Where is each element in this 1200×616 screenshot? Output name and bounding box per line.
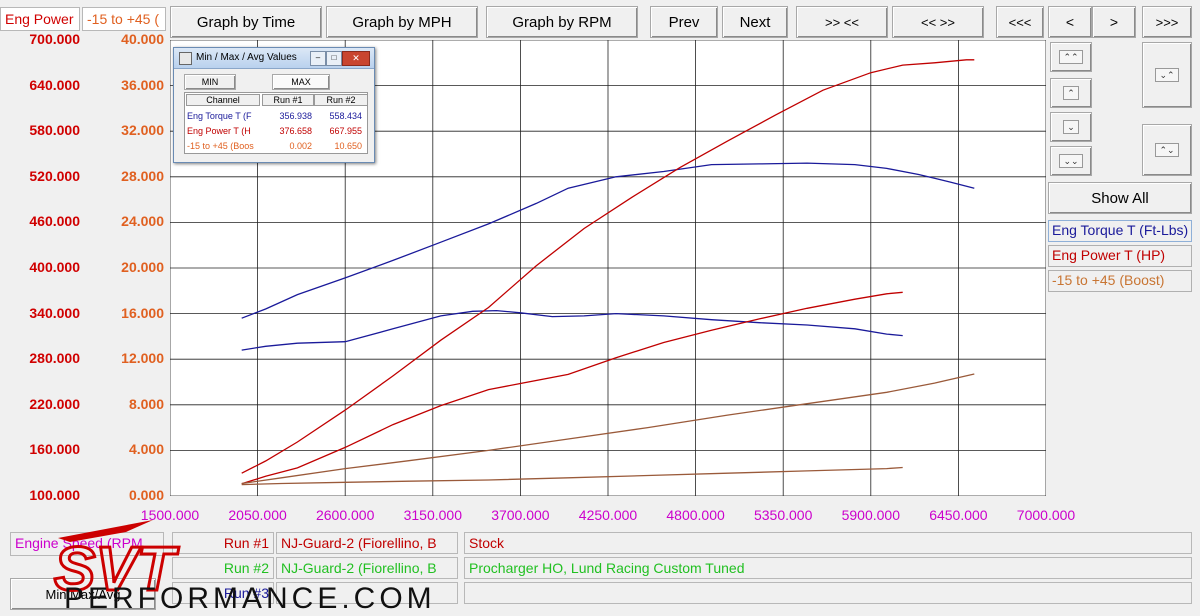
x-axis-tick-label: 6450.000	[929, 507, 988, 523]
boost-axis-tick-label: 24.000	[121, 213, 164, 230]
chevron-up-icon: ⌃	[1063, 86, 1079, 100]
boost-axis-tick-label: 4.000	[128, 441, 164, 458]
expand-vertical-button[interactable]: ⌄⌃	[1142, 42, 1192, 108]
power-axis-tick-label: 100.000	[29, 487, 80, 503]
double-chevron-down-icon: ⌄⌄	[1059, 154, 1083, 168]
boost-axis-tick-label: 20.000	[121, 259, 164, 275]
power-axis-tick-label: 460.000	[29, 213, 80, 230]
power-axis-tick-label: 400.000	[29, 259, 80, 275]
scroll-right-button[interactable]: >	[1092, 6, 1136, 38]
power-axis-tick-label: 160.000	[29, 441, 80, 458]
legend-power[interactable]: Eng Power T (HP)	[1048, 245, 1192, 267]
dialog-row-boost-run2: 10.650	[334, 141, 362, 151]
scroll-far-left-button[interactable]: <<<	[996, 6, 1044, 38]
dialog-header-run1: Run #1	[262, 94, 314, 106]
next-button[interactable]: Next	[722, 6, 788, 38]
graph-by-rpm-button[interactable]: Graph by RPM	[486, 6, 638, 38]
boost-axis-tick-label: 36.000	[121, 76, 164, 93]
graph-by-time-button[interactable]: Graph by Time	[170, 6, 322, 38]
svt-performance-logo: SVT PERFORMANCE.COM	[53, 520, 436, 615]
x-axis-tick-label: 5350.000	[753, 507, 813, 523]
dialog-titlebar[interactable]: Min / Max / Avg Values – □ ✕	[174, 48, 374, 69]
boost-axis-tick-label: 8.000	[128, 395, 164, 412]
power-axis-tick-label: 280.000	[29, 350, 80, 367]
dialog-header-channel: Channel	[186, 94, 260, 106]
power-axis-tick-label: 580.000	[29, 122, 80, 139]
close-icon[interactable]: ✕	[342, 51, 370, 66]
show-all-button[interactable]: Show All	[1048, 182, 1192, 214]
app-icon	[179, 52, 192, 65]
zoom-out-button[interactable]: << >>	[892, 6, 984, 38]
boost-channel-field[interactable]: -15 to +45 (	[82, 7, 166, 31]
maximize-icon[interactable]: □	[326, 51, 342, 66]
series-line-3	[241, 291, 903, 485]
prev-button[interactable]: Prev	[650, 6, 718, 38]
dialog-title: Min / Max / Avg Values	[196, 52, 297, 63]
min-tab[interactable]: MIN	[184, 74, 236, 90]
min-max-dialog: Min / Max / Avg Values – □ ✕ MIN MAX Cha…	[173, 47, 375, 163]
scale-down-button[interactable]: ⌄	[1050, 112, 1092, 142]
boost-axis-tick-label: 0.000	[128, 487, 164, 503]
dialog-row-power-channel: Eng Power T (H	[187, 126, 251, 136]
scroll-far-right-button[interactable]: >>>	[1142, 6, 1192, 38]
power-axis-tick-label: 520.000	[29, 167, 80, 184]
power-axis-tick-label: 700.000	[29, 31, 80, 47]
series-line-1	[241, 309, 903, 351]
legend-boost[interactable]: -15 to +45 (Boost)	[1048, 270, 1192, 292]
dialog-row-power-run2: 667.955	[329, 126, 362, 136]
scroll-left-button[interactable]: <	[1048, 6, 1092, 38]
dialog-header-run2: Run #2	[314, 94, 368, 106]
dialog-row-torque-run1: 356.938	[279, 111, 312, 121]
graph-by-mph-button[interactable]: Graph by MPH	[326, 6, 478, 38]
boost-axis-tick-label: 40.000	[121, 31, 164, 47]
dialog-row-boost-run1: 0.002	[289, 141, 312, 151]
compress-vertical-icon: ⌃⌄	[1155, 143, 1179, 157]
dialog-row-boost-channel: -15 to +45 (Boos	[187, 141, 254, 151]
scale-up-button[interactable]: ⌃	[1050, 78, 1092, 108]
double-chevron-up-icon: ⌃⌃	[1059, 50, 1083, 64]
power-axis-tick-label: 640.000	[29, 76, 80, 93]
compress-vertical-button[interactable]: ⌃⌄	[1142, 124, 1192, 176]
x-axis-tick-label: 7000.000	[1016, 507, 1076, 523]
power-axis-tick-label: 220.000	[29, 395, 80, 412]
boost-axis-tick-label: 28.000	[121, 167, 164, 184]
max-tab[interactable]: MAX	[272, 74, 330, 90]
scale-up-fast-button[interactable]: ⌃⌃	[1050, 42, 1092, 72]
scale-down-fast-button[interactable]: ⌄⌄	[1050, 146, 1092, 176]
boost-axis-tick-label: 16.000	[121, 304, 164, 321]
legend-torque[interactable]: Eng Torque T (Ft-Lbs)	[1048, 220, 1192, 242]
x-axis-tick-label: 4800.000	[666, 507, 725, 523]
dialog-row-power-run1: 376.658	[279, 126, 312, 136]
logo-text: PERFORMANCE.COM	[64, 582, 436, 615]
dialog-row-torque-channel: Eng Torque T (F	[187, 111, 252, 121]
expand-vertical-icon: ⌄⌃	[1155, 68, 1179, 82]
dialog-row-torque-run2: 558.434	[329, 111, 362, 121]
chevron-down-icon: ⌄	[1063, 120, 1079, 134]
power-channel-field[interactable]: Eng Power	[0, 7, 80, 31]
boost-axis-tick-label: 12.000	[121, 350, 164, 367]
boost-axis-tick-label: 32.000	[121, 122, 164, 139]
minimize-icon[interactable]: –	[310, 51, 326, 66]
x-axis-tick-label: 5900.000	[841, 507, 900, 523]
zoom-in-button[interactable]: >> <<	[796, 6, 888, 38]
power-axis-tick-label: 340.000	[29, 304, 80, 321]
series-line-5	[241, 466, 903, 486]
